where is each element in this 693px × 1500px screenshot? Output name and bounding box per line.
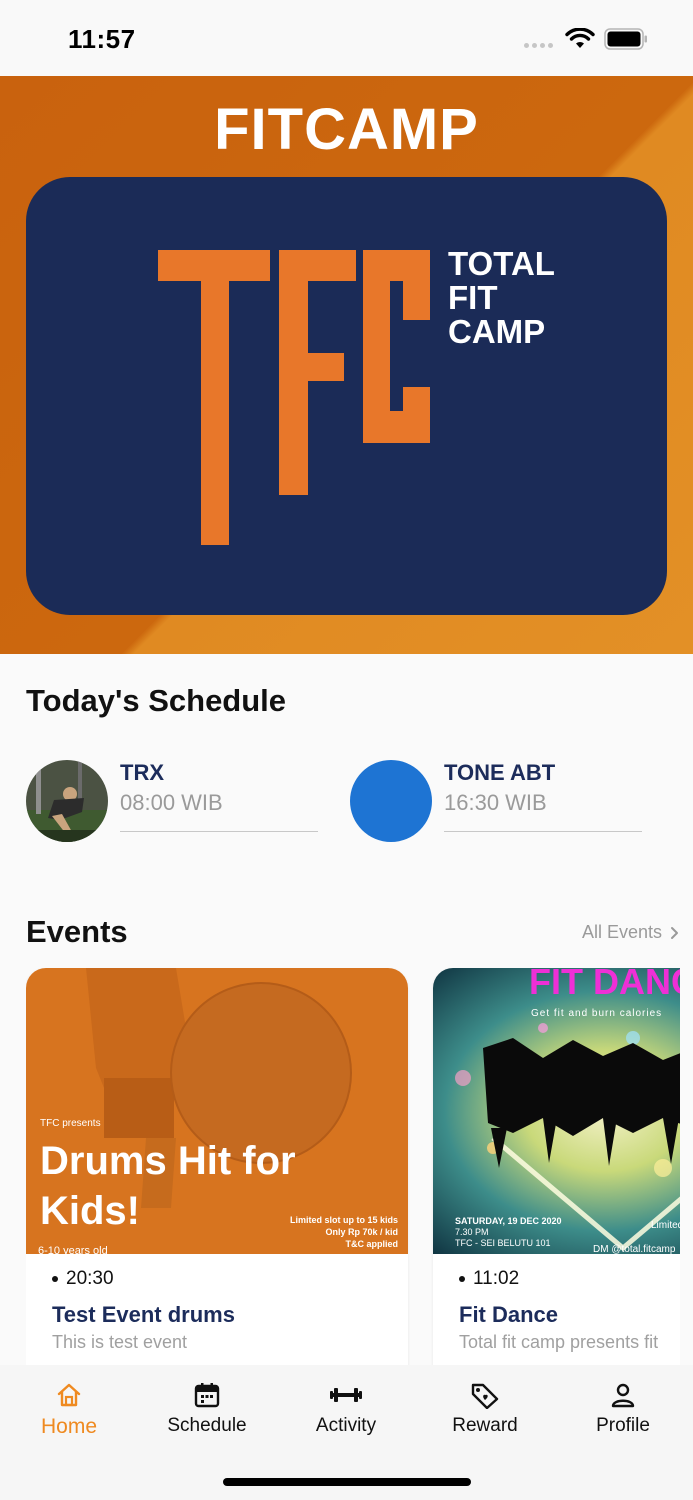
- divider: [444, 831, 642, 832]
- logo-line-total: TOTAL: [448, 245, 555, 282]
- nav-label: Schedule: [167, 1415, 247, 1436]
- event-card-drums[interactable]: TFC presents Drums Hit for Kids! 6-10 ye…: [26, 968, 408, 1365]
- wifi-icon: [565, 28, 595, 48]
- poster-hour: 7.30 PM: [455, 1227, 489, 1237]
- poster-venue: TFC - SEI BELUTU 101: [455, 1238, 551, 1248]
- nav-schedule[interactable]: Schedule: [147, 1381, 267, 1437]
- event-poster: FIT DANCE Get fit and burn calories SATU…: [433, 968, 680, 1254]
- tfc-logo: TOTAL FIT CAMP: [158, 245, 555, 545]
- all-events-link[interactable]: All Events: [582, 922, 679, 943]
- event-time: 11:02: [459, 1268, 519, 1290]
- event-poster: TFC presents Drums Hit for Kids! 6-10 ye…: [26, 968, 408, 1254]
- status-bar: 11:57: [0, 0, 693, 76]
- logo-line-fit: FIT: [448, 279, 497, 316]
- nav-profile[interactable]: Profile: [563, 1381, 683, 1437]
- brand-logo-card: TOTAL FIT CAMP: [26, 177, 667, 615]
- nav-label: Activity: [315, 1415, 377, 1436]
- nav-label: Profile: [596, 1415, 650, 1436]
- status-time: 11:57: [68, 24, 136, 54]
- nav-home[interactable]: Home: [9, 1381, 129, 1439]
- cellular-signal-icon: [524, 43, 553, 48]
- class-avatar: [26, 760, 108, 842]
- logo-line-camp: CAMP: [448, 313, 545, 350]
- poster-limit: Limited: [651, 1220, 680, 1231]
- event-time-value: 11:02: [473, 1268, 520, 1289]
- poster-tagline: Get fit and burn calories: [531, 1008, 662, 1019]
- chevron-right-icon: [671, 926, 679, 939]
- events-section-title: Events: [26, 914, 128, 949]
- event-card-fit-dance[interactable]: FIT DANCE Get fit and burn calories SATU…: [433, 968, 680, 1365]
- poster-headline-1: Drums Hit for: [40, 1139, 296, 1183]
- class-name: TRX: [120, 760, 164, 785]
- event-title: Test Event drums: [52, 1302, 235, 1327]
- bullet-dot: [52, 1276, 58, 1282]
- bullet-dot: [459, 1276, 465, 1282]
- hero-banner: FITCAMP TOTAL FIT CAMP: [0, 76, 693, 654]
- schedule-section-title: Today's Schedule: [26, 683, 287, 718]
- schedule-item-trx[interactable]: TRX 08:00 WIB: [26, 760, 326, 844]
- class-time: 08:00 WIB: [120, 790, 223, 815]
- class-avatar: [350, 760, 432, 842]
- all-events-label: All Events: [582, 922, 663, 942]
- tag-icon: [471, 1383, 499, 1409]
- poster-headline-2: Kids!: [40, 1189, 140, 1233]
- poster-contact: DM @total.fitcamp: [593, 1244, 676, 1254]
- event-time: 20:30: [52, 1268, 114, 1290]
- event-description: This is test event: [52, 1332, 188, 1352]
- class-name: TONE ABT: [444, 760, 556, 785]
- person-icon: [611, 1383, 635, 1408]
- battery-icon: [604, 28, 647, 50]
- nav-reward[interactable]: Reward: [425, 1381, 545, 1437]
- nav-label: Home: [40, 1415, 98, 1438]
- poster-note-2: Only Rp 70k / kid: [325, 1227, 398, 1237]
- poster-date: SATURDAY, 19 DEC 2020: [455, 1216, 562, 1226]
- divider: [120, 831, 318, 832]
- event-title: Fit Dance: [459, 1302, 559, 1327]
- events-carousel[interactable]: TFC presents Drums Hit for Kids! 6-10 ye…: [26, 968, 680, 1365]
- poster-headline: FIT DANCE: [529, 968, 680, 1002]
- poster-note-3: T&C applied: [345, 1239, 398, 1249]
- class-time: 16:30 WIB: [444, 790, 547, 815]
- poster-age: 6-10 years old: [38, 1245, 108, 1254]
- app-title: FITCAMP: [214, 97, 479, 162]
- dumbbell-icon: [330, 1388, 362, 1402]
- home-indicator[interactable]: [223, 1478, 471, 1486]
- home-icon: [57, 1383, 81, 1407]
- schedule-item-tone-abt[interactable]: TONE ABT 16:30 WIB: [350, 760, 650, 844]
- poster-kicker: TFC presents: [40, 1118, 101, 1129]
- event-description: Total fit camp presents fit: [459, 1332, 659, 1352]
- poster-note-1: Limited slot up to 15 kids: [290, 1215, 398, 1225]
- calendar-icon: [194, 1383, 220, 1408]
- event-time-value: 20:30: [66, 1268, 114, 1289]
- nav-label: Reward: [452, 1415, 518, 1436]
- nav-activity[interactable]: Activity: [286, 1381, 406, 1437]
